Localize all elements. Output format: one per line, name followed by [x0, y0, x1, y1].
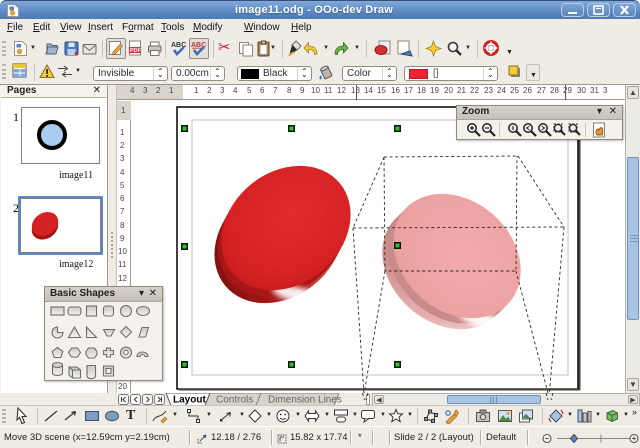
svg-text:PDF: PDF: [130, 48, 142, 54]
svg-text:Dimension Lines: Dimension Lines: [268, 395, 342, 406]
svg-text:Controls: Controls: [216, 395, 253, 406]
svg-text:Layout: Layout: [173, 395, 206, 406]
